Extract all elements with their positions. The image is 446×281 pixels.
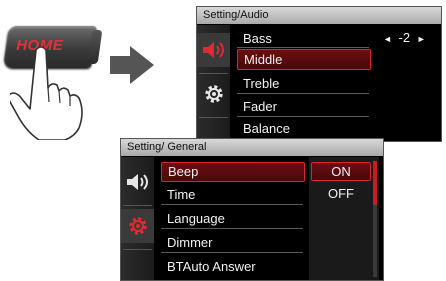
audio-settings-panel: Setting/Audio Bass Middle Treble Fader B… [196,6,442,142]
tab-audio[interactable] [197,33,230,67]
general-sidebar [121,157,154,280]
menu-item-time[interactable]: Time [161,184,303,205]
option-off[interactable]: OFF [311,184,371,203]
menu-item-treble[interactable]: Treble [237,73,369,94]
speaker-icon [202,42,224,58]
bass-value: -2 [398,30,411,45]
right-arrow-icon [110,46,154,84]
sidebar-divider [199,73,228,74]
menu-item-dimmer[interactable]: Dimmer [161,232,303,253]
tab-general[interactable] [197,77,230,111]
menu-item-bass[interactable]: Bass [237,29,369,48]
menu-item-bt-auto-answer[interactable]: BTAuto Answer [161,256,303,277]
menu-item-balance[interactable]: Balance [237,119,369,139]
general-panel-title: Setting/ General [121,139,383,156]
tab-general[interactable] [121,209,154,243]
sidebar-divider [123,205,152,206]
scrollbar-thumb[interactable] [373,161,377,205]
gear-icon [204,85,223,103]
tab-audio[interactable] [121,165,154,199]
general-settings-panel: Setting/ General Beep Time Language Dimm… [120,138,384,281]
speaker-icon [126,174,148,190]
pointing-hand-icon [10,46,83,140]
decrease-arrow-icon[interactable]: ◄ [383,34,392,44]
audio-panel-title: Setting/Audio [197,7,441,24]
menu-item-language[interactable]: Language [161,208,303,229]
option-on[interactable]: ON [311,162,371,181]
bass-value-control: ◄ -2 ► [383,29,439,47]
menu-item-middle[interactable]: Middle [237,49,371,70]
beep-options-column: ON OFF [309,157,379,280]
options-scrollbar[interactable] [373,161,377,277]
audio-sidebar [197,25,230,141]
menu-item-fader[interactable]: Fader [237,96,369,117]
gear-icon [128,217,147,235]
increase-arrow-icon[interactable]: ► [417,34,426,44]
sidebar-divider [199,117,228,118]
sidebar-divider [123,249,152,250]
menu-item-beep[interactable]: Beep [161,162,305,182]
